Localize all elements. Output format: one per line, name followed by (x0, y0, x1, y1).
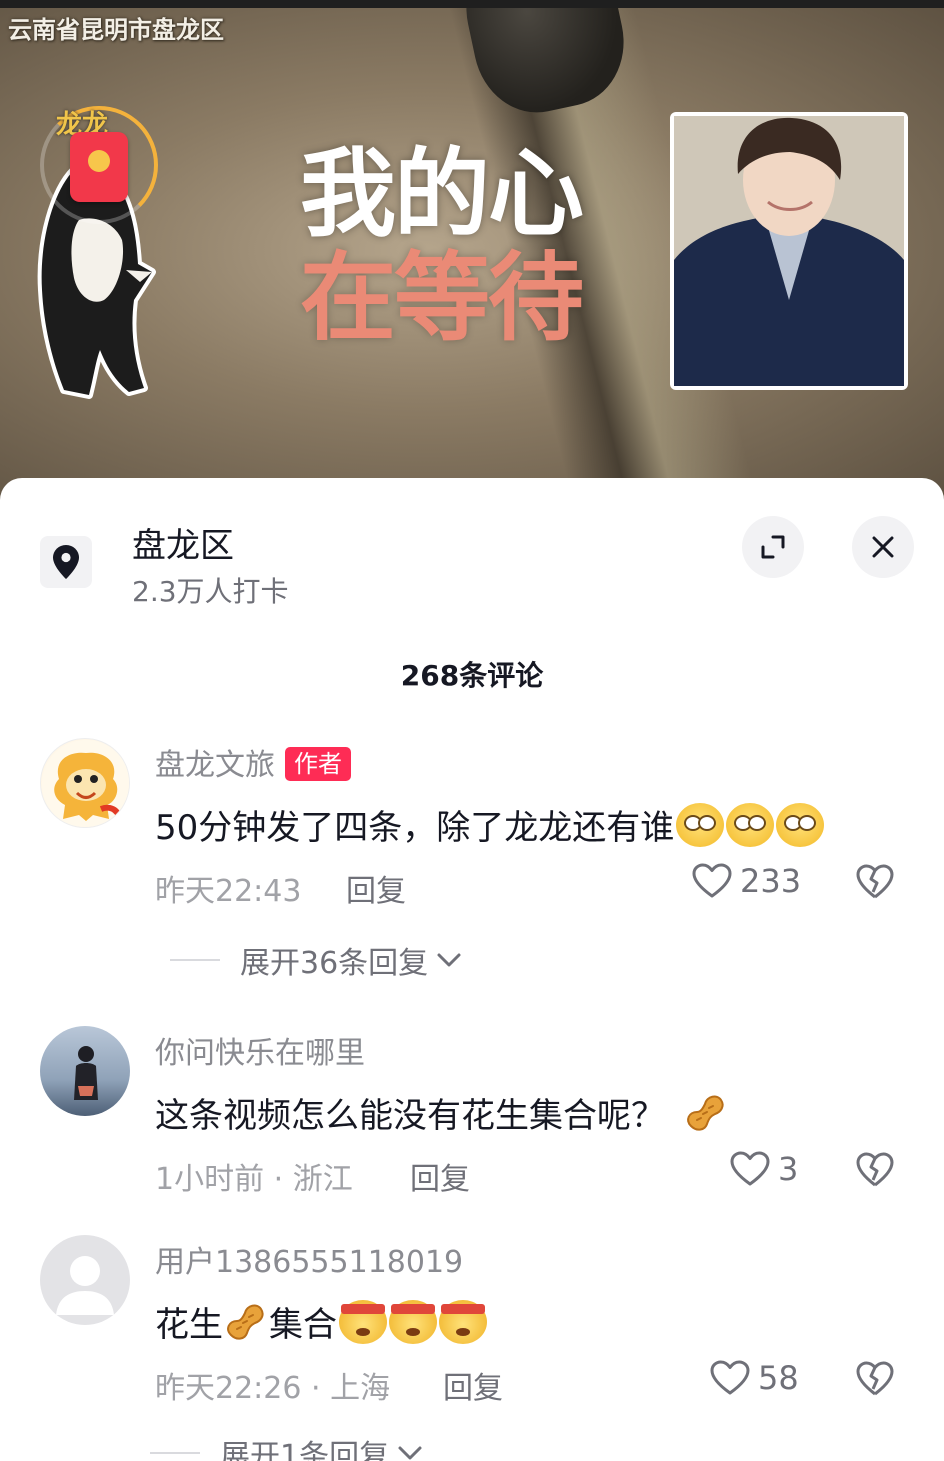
like-count: 58 (758, 1359, 799, 1397)
video-location-caption: 云南省昆明市盘龙区 (8, 15, 224, 44)
person-silhouette-avatar (74, 1046, 98, 1100)
username-text[interactable]: 盘龙文旅 (155, 748, 275, 783)
dislike-button[interactable] (856, 1361, 894, 1401)
comment-time: 昨天22:26 · 上海 (155, 1371, 391, 1406)
expand-replies-button[interactable]: 展开36条回复 (170, 938, 462, 982)
like-count: 233 (740, 862, 802, 900)
comment-time: 昨天22:43 (155, 874, 302, 909)
derp-face-emoji (776, 802, 825, 847)
default-user-avatar-icon (56, 1256, 114, 1315)
expand-icon (761, 535, 785, 559)
comment-body-part2: 集合 (269, 1305, 337, 1345)
angry-face-emoji (439, 1299, 487, 1344)
reply-button[interactable]: 回复 (346, 866, 406, 910)
status-strip (0, 0, 944, 8)
chevron-down-icon (398, 1446, 422, 1460)
divider-line (150, 1452, 200, 1454)
angry-face-emoji (339, 1299, 387, 1344)
chevron-down-icon (437, 953, 461, 967)
like-count: 3 (778, 1150, 799, 1188)
author-badge: 作者 (285, 747, 351, 781)
derp-face-emoji (676, 802, 725, 847)
video-headline: 我的心 在等待 (300, 138, 584, 354)
video-player[interactable]: 云南省昆明市盘龙区 龙龙 我的心 在等待 (0, 0, 944, 500)
like-button[interactable]: 3 (730, 1150, 798, 1188)
comment-username[interactable]: 你问快乐在哪里 (155, 1028, 365, 1072)
dragon-mascot-avatar (42, 740, 129, 827)
reply-button[interactable]: 回复 (410, 1154, 470, 1198)
avatar[interactable] (40, 1026, 130, 1116)
divider-line (170, 959, 220, 961)
expand-replies-label[interactable]: 展开36条回复 (240, 938, 428, 982)
expand-replies-button[interactable]: 展开1条回复 (150, 1431, 423, 1461)
comment-body: 这条视频怎么能没有花生集合呢？ (155, 1096, 665, 1136)
comment-item: 盘龙文旅 作者 50分钟发了四条，除了龙龙还有谁 昨天22:43 回复 233 展… (0, 738, 944, 981)
location-title[interactable]: 盘龙区 (132, 518, 234, 567)
angry-face-emoji (389, 1299, 437, 1344)
comment-text: 50分钟发了四条，除了龙龙还有谁 (155, 800, 825, 849)
avatar[interactable] (40, 738, 130, 828)
comment-item: 用户1386555118019 花生 集合 昨天22:26 · 上海 回复 58 (0, 1235, 944, 1461)
peanut-emoji (227, 1304, 264, 1340)
close-icon (872, 536, 894, 558)
derp-face-emoji (726, 802, 775, 847)
comment-text: 花生 集合 (155, 1297, 487, 1346)
redpacket-icon[interactable] (70, 132, 128, 202)
comment-username[interactable]: 用户1386555118019 (155, 1237, 463, 1281)
dislike-button[interactable] (856, 1152, 894, 1192)
comment-body: 50分钟发了四条，除了龙龙还有谁 (155, 808, 675, 848)
headline-line-1: 我的心 (300, 138, 584, 250)
broken-heart-icon (856, 1152, 894, 1187)
broken-heart-icon (856, 1361, 894, 1396)
avatar[interactable] (40, 1235, 130, 1325)
expand-replies-label[interactable]: 展开1条回复 (220, 1431, 389, 1461)
comment-item: 你问快乐在哪里 这条视频怎么能没有花生集合呢？ 1小时前 · 浙江 回复 3 (0, 1026, 944, 1206)
close-button[interactable] (852, 516, 914, 578)
heart-icon (730, 1151, 770, 1186)
like-button[interactable]: 58 (710, 1359, 799, 1397)
comment-body-part1: 花生 (155, 1305, 223, 1345)
like-button[interactable]: 233 (692, 862, 801, 900)
dislike-button[interactable] (856, 864, 894, 904)
location-pin-icon (53, 545, 79, 579)
comment-username[interactable]: 盘龙文旅 作者 (155, 740, 351, 784)
comment-sheet: 盘龙区 2.3万人打卡 268条评论 盘龙文旅 作者 50分钟发了四条，除了龙龙… (0, 478, 944, 1461)
expand-button[interactable] (742, 516, 804, 578)
heart-icon (710, 1360, 750, 1395)
location-checkins: 2.3万人打卡 (132, 575, 289, 608)
comments-count: 268条评论 (400, 659, 544, 692)
headline-line-2: 在等待 (300, 242, 584, 354)
location-icon-box[interactable] (40, 536, 92, 588)
person-sticker (670, 112, 908, 390)
heart-icon (692, 863, 732, 898)
comment-time: 1小时前 · 浙江 (155, 1162, 353, 1197)
peanut-emoji (687, 1095, 724, 1131)
broken-heart-icon (856, 864, 894, 899)
reply-button[interactable]: 回复 (443, 1363, 503, 1407)
comment-text: 这条视频怎么能没有花生集合呢？ (155, 1088, 729, 1137)
